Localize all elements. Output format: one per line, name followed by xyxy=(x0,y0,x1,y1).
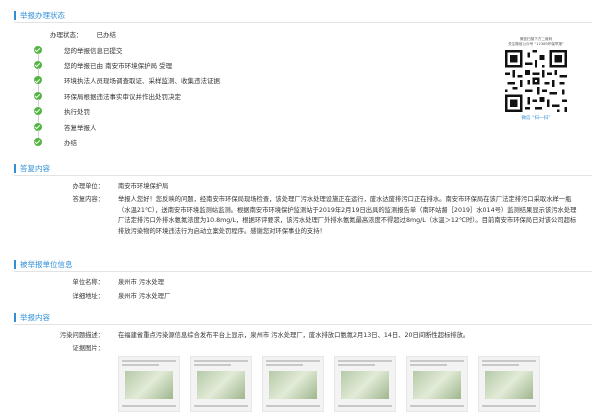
reply-section-header: 答复内容 xyxy=(14,162,592,174)
step-item: 您的举报信息已提交 xyxy=(34,42,334,61)
field-label: 污染问题描述： xyxy=(59,332,104,339)
evidence-photo[interactable] xyxy=(262,356,324,412)
reply-content-text: 举报人您好！您反映的问题，经南安市环保局现场检查，该处理厂污水处理设施正在运行，… xyxy=(118,196,577,235)
field-value: 在福建省重点污染源信息综合发布平台上显示，泉州市 污水处理厂，废水排放口氨氮2月… xyxy=(118,332,470,339)
section-marker xyxy=(14,259,16,269)
section-divider xyxy=(14,324,592,325)
field-label: 详细地址： xyxy=(72,293,104,300)
step-text: 答复举报人 xyxy=(64,123,97,132)
step-text: 您的举报已由 南安市环境保护局 受理 xyxy=(64,62,173,71)
evidence-photo[interactable] xyxy=(190,356,252,412)
evidence-photo[interactable] xyxy=(406,356,468,412)
section-marker xyxy=(14,163,16,173)
evidence-photo[interactable] xyxy=(334,356,396,412)
status-section-header: 举报办理状态 xyxy=(14,9,592,21)
field-value: 泉州市 污水处理 xyxy=(118,279,165,286)
status-label: 办理状态： xyxy=(50,31,83,39)
progress-steps: 您的举报信息已提交 您的举报已由 南安市环境保护局 受理 环境执法人员现场调查取… xyxy=(34,42,334,150)
step-text: 环保局根据违法事实审议并作出处罚决定 xyxy=(64,92,181,101)
step-text: 环境执法人员现场调查取证、采样监测、收集违法证据 xyxy=(64,77,220,86)
step-item: 您的举报已由 南安市环境保护局 受理 xyxy=(34,57,334,77)
report-section-header: 举报内容 xyxy=(14,311,592,323)
step-text: 办结 xyxy=(64,139,77,148)
qr-code-icon[interactable] xyxy=(505,50,567,112)
field-label: 答复内容： xyxy=(72,196,104,203)
status-value: 已办结 xyxy=(96,31,117,39)
wechat-qr-panel: 微信扫描下方二维码 关注微信公众号 “12369环保举报” 微信 “扫一扫” xyxy=(503,37,569,145)
check-icon xyxy=(34,138,42,147)
status-row: 办理状态： 已办结 xyxy=(50,29,116,39)
qr-caption: 关注微信公众号 “12369环保举报” xyxy=(508,42,564,46)
field-label: 证据图片： xyxy=(72,345,104,352)
qr-foot-text: 微信 “扫一扫” xyxy=(521,116,551,121)
evidence-photo[interactable] xyxy=(118,356,180,412)
step-text: 执行处罚 xyxy=(64,108,90,117)
step-text: 您的举报信息已提交 xyxy=(64,46,123,55)
step-item: 办结 xyxy=(34,134,334,149)
field-label: 单位名称： xyxy=(72,279,104,286)
section-title: 举报内容 xyxy=(20,312,50,322)
unit-section-header: 被举报单位信息 xyxy=(14,258,592,270)
evidence-photos xyxy=(118,356,540,412)
field-value: 南安市环境保护局 xyxy=(118,183,169,190)
section-title: 被举报单位信息 xyxy=(20,259,73,269)
field-label: 办理单位： xyxy=(72,183,104,190)
field-value: 泉州市 污水处理厂 xyxy=(118,293,171,300)
section-divider xyxy=(14,175,592,176)
step-item: 环境执法人员现场调查取证、采样监测、收集违法证据 xyxy=(34,73,334,92)
step-item: 答复举报人 xyxy=(34,119,334,138)
section-marker xyxy=(14,10,16,20)
section-marker xyxy=(14,312,16,322)
section-title: 答复内容 xyxy=(20,163,50,173)
evidence-photo[interactable] xyxy=(478,356,540,412)
step-item: 执行处罚 xyxy=(34,104,334,123)
section-divider xyxy=(14,271,592,272)
step-item: 环保局根据违法事实审议并作出处罚决定 xyxy=(34,88,334,108)
section-divider xyxy=(14,22,592,23)
section-title: 举报办理状态 xyxy=(20,10,65,20)
